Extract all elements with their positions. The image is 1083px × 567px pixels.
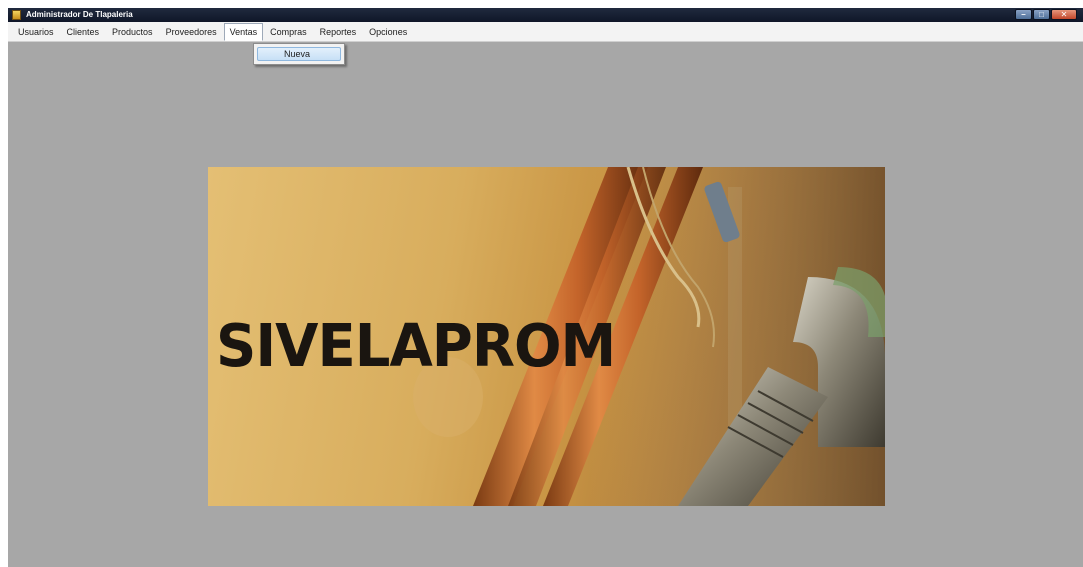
- app-window: Administrador De Tlapaleria – □ ✕ Usuari…: [8, 8, 1083, 567]
- title-bar[interactable]: Administrador De Tlapaleria – □ ✕: [8, 8, 1083, 22]
- menu-proveedores[interactable]: Proveedores: [160, 23, 223, 41]
- minimize-button[interactable]: –: [1015, 9, 1032, 20]
- menu-reportes[interactable]: Reportes: [314, 23, 363, 41]
- close-button[interactable]: ✕: [1051, 9, 1077, 20]
- banner-image: SIVELAPROM: [208, 167, 885, 506]
- logo-text: SIVELAPROM: [216, 312, 616, 381]
- menu-compras[interactable]: Compras: [264, 23, 313, 41]
- window-controls: – □ ✕: [1015, 9, 1077, 20]
- menu-item-nueva[interactable]: Nueva: [257, 47, 341, 61]
- menu-clientes[interactable]: Clientes: [61, 23, 106, 41]
- menu-usuarios[interactable]: Usuarios: [12, 23, 60, 41]
- menu-bar: Usuarios Clientes Productos Proveedores …: [8, 22, 1083, 42]
- menu-opciones[interactable]: Opciones: [363, 23, 413, 41]
- ventas-dropdown: Nueva: [253, 43, 345, 65]
- menu-productos[interactable]: Productos: [106, 23, 159, 41]
- maximize-button[interactable]: □: [1033, 9, 1050, 20]
- app-icon: [12, 10, 21, 20]
- menu-ventas[interactable]: Ventas: [223, 22, 264, 41]
- window-title: Administrador De Tlapaleria: [26, 10, 133, 19]
